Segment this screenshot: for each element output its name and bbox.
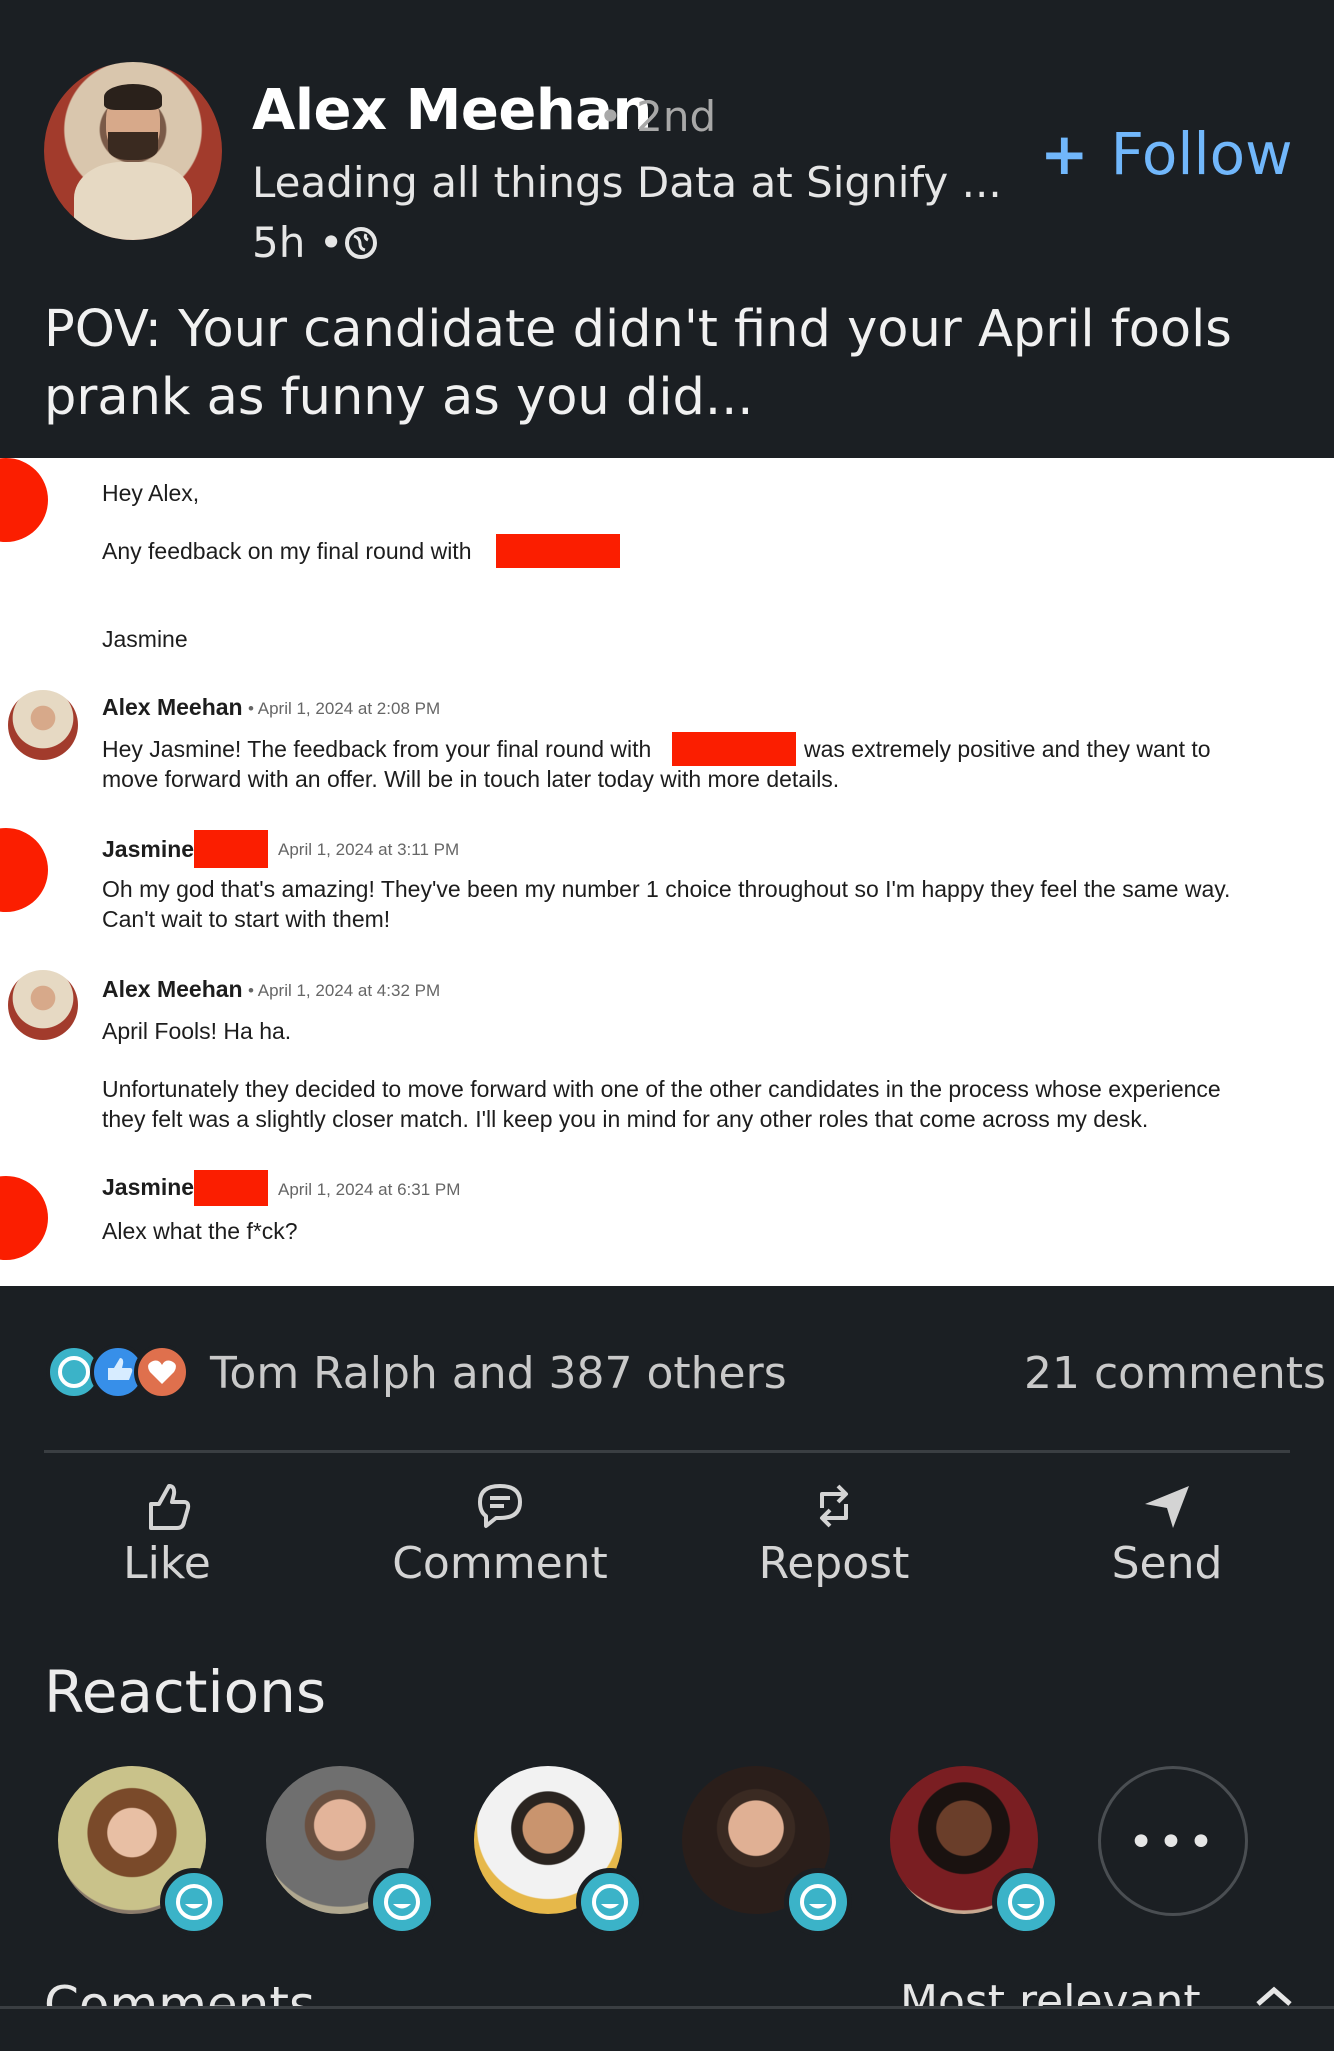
message-timestamp: April 1, 2024 at 3:11 PM — [278, 840, 460, 859]
more-reactions-button[interactable]: ••• — [1098, 1766, 1248, 1916]
sender-name: Jasmine — [102, 836, 195, 862]
post-text: POV: Your candidate didn't find your Apr… — [44, 300, 1232, 427]
funny-reaction-icon — [368, 1868, 436, 1936]
like-button[interactable]: Like — [42, 1478, 292, 1589]
sender-name: Alex Meehan — [102, 694, 243, 720]
message-text: Oh my god that's amazing! They've been m… — [102, 876, 1231, 902]
reactions-heading: Reactions — [44, 1658, 327, 1726]
message-timestamp: April 1, 2024 at 6:31 PM — [278, 1180, 461, 1199]
reactions-summary[interactable]: Tom Ralph and 387 others — [210, 1348, 787, 1399]
connection-degree: • 2nd — [598, 92, 717, 141]
message-timestamp: • April 1, 2024 at 2:08 PM — [248, 699, 441, 718]
redacted-avatar — [0, 828, 48, 912]
sender-avatar — [8, 970, 78, 1040]
redaction-box — [672, 732, 796, 766]
like-label: Like — [123, 1538, 211, 1589]
funny-reaction-icon — [784, 1868, 852, 1936]
redacted-avatar — [0, 1176, 48, 1260]
sender-name: Alex Meehan — [102, 976, 243, 1002]
sender-name: Jasmine — [102, 1174, 195, 1200]
redaction-box — [496, 534, 620, 568]
bottom-bar — [0, 2006, 1334, 2051]
more-icon: ••• — [1128, 1817, 1218, 1868]
repost-icon — [820, 1484, 848, 1528]
message-text: April Fools! Ha ha. — [102, 1018, 292, 1044]
message-text: Hey Alex, — [102, 480, 200, 506]
send-button[interactable]: Send — [1042, 1478, 1292, 1589]
repost-button[interactable]: Repost — [709, 1478, 959, 1589]
redacted-avatar — [0, 458, 48, 542]
funny-reaction-icon — [992, 1868, 1060, 1936]
author-avatar[interactable] — [44, 62, 222, 240]
follow-label: Follow — [1110, 120, 1293, 188]
message-text: Hey Jasmine! The feedback from your fina… — [102, 736, 652, 762]
reaction-icons[interactable] — [44, 1342, 194, 1402]
repost-label: Repost — [758, 1538, 910, 1589]
post-time: 5h • — [252, 218, 344, 267]
divider — [44, 1450, 1290, 1453]
like-icon — [149, 1484, 191, 1530]
message-text: was extremely positive and they want to — [804, 736, 1211, 762]
author-headline[interactable]: Leading all things Data at Signify ... — [252, 158, 1002, 207]
send-label: Send — [1111, 1538, 1223, 1589]
message-text: they felt was a slightly closer match. I… — [102, 1106, 1149, 1132]
funny-reaction-icon — [576, 1868, 644, 1936]
redaction-box — [194, 1170, 268, 1206]
redaction-box — [194, 830, 268, 868]
message-text: Alex what the f*ck? — [102, 1218, 298, 1244]
sender-avatar — [8, 690, 78, 760]
comment-count[interactable]: 21 comments — [1024, 1348, 1326, 1399]
message-text: Can't wait to start with them! — [102, 906, 391, 932]
comment-label: Comment — [392, 1538, 608, 1589]
globe-icon — [345, 227, 377, 259]
funny-reaction-icon — [160, 1868, 228, 1936]
message-text: Any feedback on my final round with — [102, 538, 472, 564]
plus-icon: + — [1040, 120, 1089, 188]
message-text: move forward with an offer. Will be in t… — [102, 766, 840, 792]
message-timestamp: • April 1, 2024 at 4:32 PM — [248, 981, 441, 1000]
message-text: Unfortunately they decided to move forwa… — [102, 1076, 1221, 1102]
follow-button[interactable]: + Follow — [1040, 120, 1293, 188]
post-image[interactable]: Hey Alex, Any feedback on my final round… — [0, 458, 1334, 1286]
comment-button[interactable]: Comment — [375, 1478, 625, 1589]
author-name[interactable]: Alex Meehan — [252, 78, 652, 143]
comment-icon — [478, 1484, 522, 1528]
message-text: Jasmine — [102, 626, 188, 652]
send-icon — [1145, 1486, 1189, 1528]
